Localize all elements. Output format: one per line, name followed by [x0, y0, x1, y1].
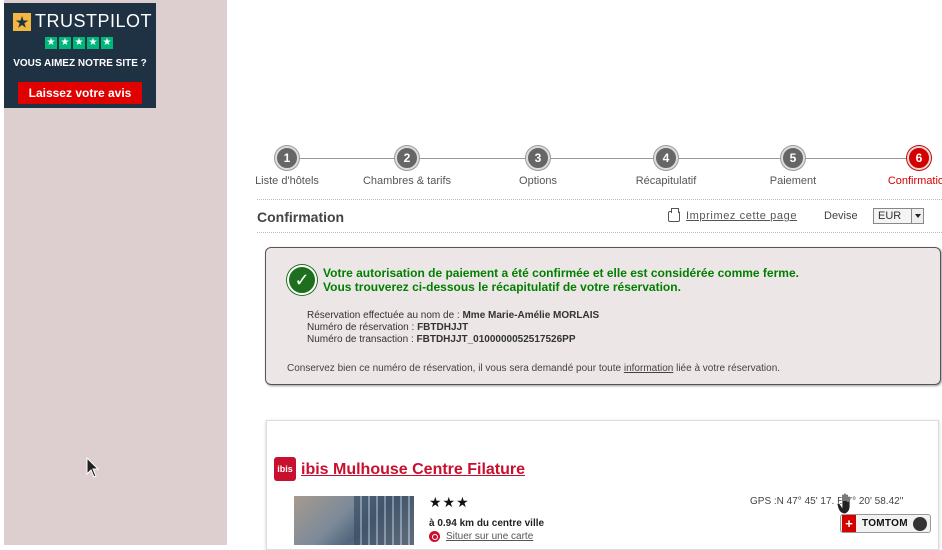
reservation-number-label: Numéro de réservation : [307, 322, 418, 333]
step-label: Options [519, 175, 557, 187]
transaction-number-row: Numéro de transaction : FBTDHJJT_0100000… [307, 334, 599, 346]
step-hotel-list[interactable]: 1 Liste d'hôtels [232, 146, 342, 187]
trustpilot-logo: ★ TRUSTPILOT [13, 11, 152, 32]
trustpilot-star-icon: ★ [13, 12, 31, 31]
reservation-name-value: Mme Marie-Amélie MORLAIS [462, 310, 600, 321]
transaction-number-value: FBTDHJJT_0100000052517526PP [416, 334, 576, 345]
reservation-name-row: Réservation effectuée au nom de : Mme Ma… [307, 310, 599, 322]
confirmation-message: Votre autorisation de paiement a été con… [323, 266, 799, 294]
trustpilot-widget[interactable]: ★ TRUSTPILOT ★ ★ ★ ★ ★ VOUS AIMEZ NOTRE … [4, 3, 156, 108]
step-rooms-rates[interactable]: 2 Chambres & tarifs [352, 146, 462, 187]
note-text-end: liée à votre réservation. [673, 363, 781, 374]
step-number: 2 [395, 146, 419, 170]
reservation-name-label: Réservation effectuée au nom de : [307, 310, 463, 321]
globe-icon [912, 516, 927, 531]
plus-icon: + [842, 515, 856, 532]
step-label: Confirmation [887, 175, 942, 187]
locate-on-map-link[interactable]: Situer sur une carte [429, 531, 533, 542]
chevron-down-icon[interactable] [911, 209, 923, 223]
step-label: Récapitulatif [635, 175, 697, 187]
reservation-number-value: FBTDHJJT [417, 322, 469, 333]
hotel-star-rating: ★★★ [429, 494, 470, 510]
star-icon: ★ [73, 37, 85, 49]
trustpilot-brand: TRUSTPILOT [35, 11, 153, 31]
star-icon: ★ [101, 37, 113, 49]
transaction-number-label: Numéro de transaction : [307, 334, 417, 345]
booking-progress-steps: 1 Liste d'hôtels 2 Chambres & tarifs 3 O… [255, 146, 942, 192]
divider [257, 199, 942, 200]
confirmation-message-box: ✓ Votre autorisation de paiement a été c… [265, 247, 941, 385]
currency-label: Devise [824, 210, 858, 222]
step-number: 5 [781, 146, 805, 170]
mouse-cursor-icon [86, 457, 100, 478]
hand-pointer-icon [836, 492, 851, 515]
hotel-name-link[interactable]: ibis Mulhouse Centre Filature [301, 461, 525, 479]
step-confirmation: 6 Confirmation [864, 146, 942, 187]
trustpilot-rating-stars: ★ ★ ★ ★ ★ [45, 37, 113, 49]
print-page-link[interactable]: Imprimez cette page [668, 207, 797, 222]
star-icon: ★ [59, 37, 71, 49]
print-page-label[interactable]: Imprimez cette page [686, 210, 797, 222]
star-icon: ★ [87, 37, 99, 49]
tomtom-label: TOMTOM [862, 518, 908, 529]
step-number: 4 [654, 146, 678, 170]
trustpilot-question: VOUS AIMEZ NOTRE SITE ? [13, 58, 147, 69]
currency-value: EUR [878, 210, 902, 222]
tomtom-button[interactable]: + TOMTOM [840, 514, 931, 533]
currency-select[interactable]: EUR [873, 208, 924, 224]
check-icon: ✓ [287, 265, 317, 295]
locate-on-map-label[interactable]: Situer sur une carte [446, 531, 533, 542]
page-title: Confirmation [257, 209, 345, 225]
step-number: 6 [907, 146, 931, 170]
reservation-details: Réservation effectuée au nom de : Mme Ma… [307, 310, 599, 346]
confirmation-line-2: Vous trouverez ci-dessous le récapitulat… [323, 280, 681, 294]
star-icon: ★ [45, 37, 57, 49]
step-summary[interactable]: 4 Récapitulatif [611, 146, 721, 187]
step-number: 1 [275, 146, 299, 170]
keep-number-note: Conservez bien ce numéro de réservation,… [287, 363, 780, 374]
information-link[interactable]: information [624, 363, 673, 374]
hotel-distance: à 0.94 km du centre ville [429, 518, 545, 529]
step-label: Paiement [769, 175, 817, 187]
divider [257, 232, 942, 233]
step-options[interactable]: 3 Options [483, 146, 593, 187]
step-label: Chambres & tarifs [362, 175, 452, 187]
hotel-photo[interactable] [294, 496, 414, 545]
confirmation-line-1: Votre autorisation de paiement a été con… [323, 266, 799, 280]
ibis-logo: ibis [274, 457, 296, 481]
leave-review-button[interactable]: Laissez votre avis [18, 82, 142, 104]
magnifier-icon [429, 531, 440, 542]
printer-icon [668, 207, 680, 222]
step-label: Liste d'hôtels [255, 175, 319, 187]
reservation-number-row: Numéro de réservation : FBTDHJJT [307, 322, 599, 334]
step-number: 3 [526, 146, 550, 170]
step-payment[interactable]: 5 Paiement [738, 146, 848, 187]
note-text: Conservez bien ce numéro de réservation,… [287, 363, 624, 374]
gps-coordinates: GPS :N 47° 45' 17. E 7° 20' 58.42" [750, 496, 904, 507]
